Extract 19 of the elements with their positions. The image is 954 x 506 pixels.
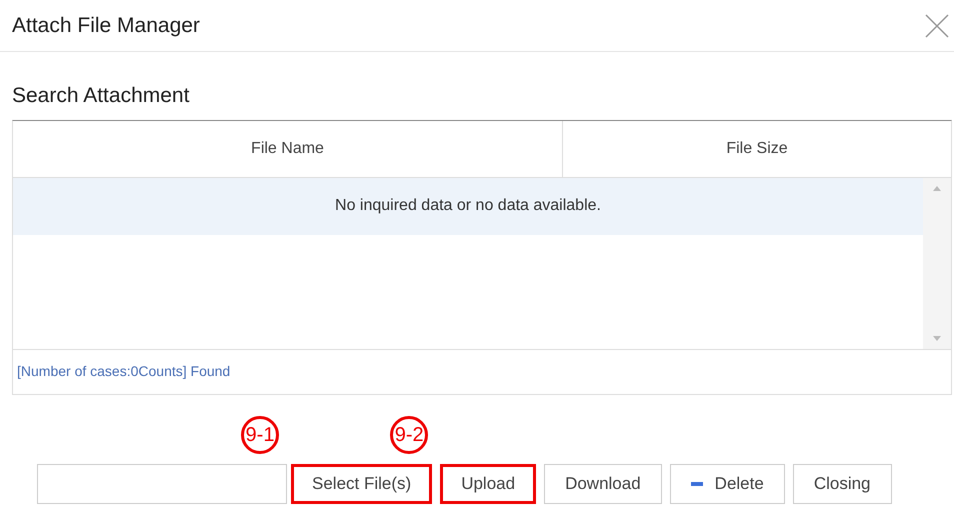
close-icon[interactable]	[924, 12, 950, 38]
scrollbar[interactable]	[923, 178, 951, 348]
action-button[interactable]: Delete	[670, 464, 785, 504]
window-title: Attach File Manager	[12, 12, 200, 39]
column-header: File Name	[13, 120, 563, 176]
action-button[interactable]: Download	[544, 464, 662, 504]
file-name-field[interactable]	[37, 464, 287, 504]
minus-icon	[690, 482, 703, 486]
action-button[interactable]: Select File(s)	[291, 464, 432, 504]
callout-marker: 9-1	[241, 416, 279, 454]
empty-message: No inquired data or no data available.	[13, 178, 923, 234]
action-button[interactable]: Closing	[792, 464, 892, 504]
action-button[interactable]: Upload	[440, 464, 536, 504]
callout-marker: 9-2	[390, 416, 428, 454]
column-header: File Size	[725, 138, 789, 158]
record-count: [Number of cases:0Counts] Found	[17, 362, 230, 381]
scroll-down-icon[interactable]	[933, 336, 941, 340]
scroll-up-icon[interactable]	[933, 186, 941, 190]
section-title: Search Attachment	[12, 84, 190, 107]
